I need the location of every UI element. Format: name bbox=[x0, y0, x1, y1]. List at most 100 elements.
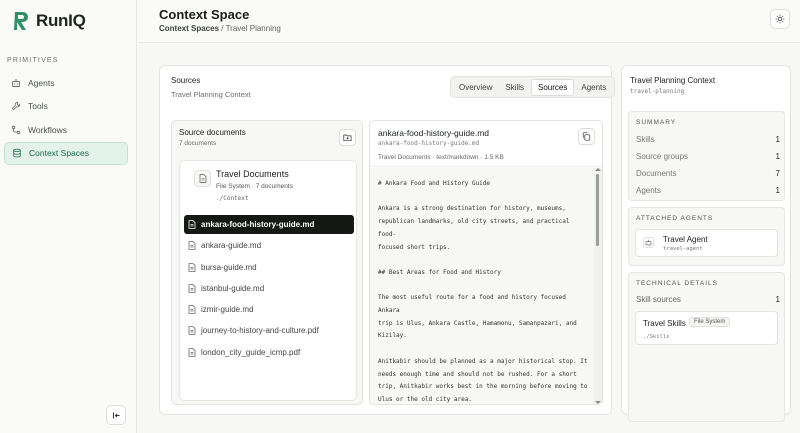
add-source-button[interactable] bbox=[339, 129, 356, 146]
list-item[interactable]: journey-to-history-and-culture.pdf bbox=[184, 321, 354, 340]
file-icon bbox=[188, 305, 196, 314]
sidebar-item-context-spaces[interactable]: Context Spaces bbox=[4, 141, 128, 165]
collapse-sidebar-button[interactable] bbox=[106, 405, 126, 425]
bot-icon bbox=[643, 237, 654, 248]
file-icon bbox=[188, 241, 196, 251]
preview-title: ankara-food-history-guide.md bbox=[378, 128, 490, 138]
tab-overview[interactable]: Overview bbox=[453, 79, 498, 96]
sidebar-item-tools[interactable]: Tools bbox=[4, 95, 128, 118]
context-details-card: Travel Planning Context travel-planning … bbox=[621, 65, 791, 422]
sidebar-item-workflows[interactable]: Workflows bbox=[4, 118, 128, 141]
skill-sources-row: Skill sources 1 bbox=[636, 295, 780, 304]
runiq-logo-icon bbox=[14, 12, 28, 30]
source-group-path: ./Context bbox=[216, 195, 249, 202]
source-documents-panel: Source documents 7 documents Travel Docu… bbox=[171, 120, 363, 405]
technical-details-label: TECHNICAL DETAILS bbox=[636, 280, 719, 287]
breadcrumb-current: Travel Planning bbox=[225, 24, 281, 33]
source-documents-title: Source documents bbox=[179, 128, 246, 137]
agent-card-travel-agent[interactable]: Travel Agent travel-agent bbox=[635, 229, 778, 257]
skill-name: Travel Skills bbox=[643, 319, 686, 328]
sidebar-item-agents[interactable]: Agents bbox=[4, 71, 128, 94]
scroll-thumb[interactable] bbox=[596, 174, 599, 246]
preview-header: ankara-food-history-guide.md ankara-food… bbox=[370, 121, 602, 167]
scroll-up-arrow-icon[interactable] bbox=[595, 168, 601, 171]
tab-sources[interactable]: Sources bbox=[531, 78, 575, 96]
skill-path: ./Skills bbox=[643, 334, 670, 340]
context-id: travel-planning bbox=[630, 88, 685, 95]
tab-bar: Overview Skills Sources Agents bbox=[450, 76, 616, 98]
skill-sources-label: Skill sources bbox=[636, 295, 681, 304]
sidebar-item-label: Workflows bbox=[28, 124, 68, 135]
file-icon bbox=[188, 347, 196, 357]
skill-source-badge: File System bbox=[689, 317, 731, 327]
list-item[interactable]: bursa-guide.md bbox=[184, 258, 354, 277]
breadcrumb-context-spaces[interactable]: Context Spaces bbox=[159, 24, 219, 33]
source-group-container: Travel Documents File System · 7 documen… bbox=[179, 160, 357, 401]
file-list: ankara-food-history-guide.md ankara-guid… bbox=[184, 215, 354, 364]
sun-icon bbox=[775, 14, 785, 24]
file-name: journey-to-history-and-culture.pdf bbox=[201, 326, 319, 336]
primitives-section-label: PRIMITIVES bbox=[7, 57, 59, 64]
list-item[interactable]: ankara-guide.md bbox=[184, 236, 354, 255]
summary-row-agents: Agents 1 bbox=[636, 186, 780, 195]
file-icon bbox=[188, 284, 196, 293]
brand[interactable]: RunIQ bbox=[12, 10, 86, 32]
folder-plus-icon bbox=[343, 134, 352, 142]
file-icon bbox=[188, 326, 196, 336]
file-icon bbox=[188, 220, 196, 229]
document-count: 7 documents bbox=[179, 140, 217, 147]
sources-title: Sources bbox=[171, 76, 201, 85]
list-item[interactable]: izmir-guide.md bbox=[184, 300, 354, 319]
list-item[interactable]: istanbul-guide.md bbox=[184, 279, 354, 298]
context-title: Travel Planning Context bbox=[630, 76, 716, 85]
theme-toggle-button[interactable] bbox=[770, 9, 790, 29]
source-group-name: Travel Documents bbox=[216, 169, 289, 179]
file-name: istanbul-guide.md bbox=[201, 283, 265, 293]
copy-button[interactable] bbox=[578, 128, 595, 145]
summary-row-value: 1 bbox=[775, 152, 780, 161]
file-name: ankara-food-history-guide.md bbox=[201, 220, 315, 229]
list-item[interactable]: ankara-food-history-guide.md bbox=[184, 215, 354, 234]
page-title: Context Space bbox=[159, 7, 250, 22]
sources-subtitle: Travel Planning Context bbox=[171, 90, 251, 99]
file-icon bbox=[188, 262, 196, 272]
summary-row-source-groups: Source groups 1 bbox=[636, 152, 780, 161]
file-name: bursa-guide.md bbox=[201, 262, 257, 272]
summary-row-value: 1 bbox=[775, 135, 780, 144]
bot-icon bbox=[11, 78, 21, 88]
summary-row-label: Skills bbox=[636, 135, 655, 144]
page-header: Context Space Context Spaces / Travel Pl… bbox=[138, 0, 800, 43]
agent-id: travel-agent bbox=[663, 246, 703, 252]
summary-row-skills: Skills 1 bbox=[636, 135, 780, 144]
file-name: izmir-guide.md bbox=[201, 305, 254, 315]
summary-row-documents: Documents 7 bbox=[636, 169, 780, 178]
app-name: RunIQ bbox=[36, 11, 86, 30]
skill-card-travel-skills[interactable]: Travel Skills File System ./Skills bbox=[635, 311, 778, 345]
skill-sources-value: 1 bbox=[775, 295, 780, 304]
list-item[interactable]: london_city_guide_icmp.pdf bbox=[184, 343, 354, 362]
scroll-down-arrow-icon[interactable] bbox=[595, 401, 601, 404]
summary-row-value: 1 bbox=[775, 186, 780, 195]
summary-row-label: Documents bbox=[636, 169, 677, 178]
summary-box: SUMMARY Skills 1 Source groups 1 Documen… bbox=[628, 111, 785, 201]
technical-details-box: TECHNICAL DETAILS Skill sources 1 Travel… bbox=[628, 272, 785, 422]
preview-content[interactable]: # Ankara Food and History Guide Ankara i… bbox=[370, 168, 596, 404]
tab-skills[interactable]: Skills bbox=[499, 79, 530, 96]
file-name: ankara-guide.md bbox=[201, 241, 262, 251]
source-group-travel-documents[interactable]: Travel Documents File System · 7 documen… bbox=[187, 167, 350, 211]
sidebar: RunIQ PRIMITIVES Agents Tools Workflows … bbox=[0, 0, 137, 433]
wrench-icon bbox=[11, 101, 21, 111]
summary-row-value: 7 bbox=[775, 169, 780, 178]
summary-row-label: Source groups bbox=[636, 152, 689, 161]
file-name: london_city_guide_icmp.pdf bbox=[201, 347, 301, 357]
tab-agents[interactable]: Agents bbox=[575, 79, 612, 96]
summary-row-label: Agents bbox=[636, 186, 661, 195]
collapse-icon bbox=[112, 412, 119, 418]
attached-agents-box: ATTACHED AGENTS Travel Agent travel-agen… bbox=[628, 207, 785, 266]
preview-scrollbar[interactable] bbox=[594, 168, 602, 404]
sources-card: Sources Travel Planning Context Overview… bbox=[159, 65, 616, 415]
summary-label: SUMMARY bbox=[636, 119, 677, 126]
sidebar-item-label: Agents bbox=[28, 77, 55, 88]
source-group-meta: File System · 7 documents bbox=[216, 183, 293, 190]
attached-agents-label: ATTACHED AGENTS bbox=[636, 215, 714, 222]
